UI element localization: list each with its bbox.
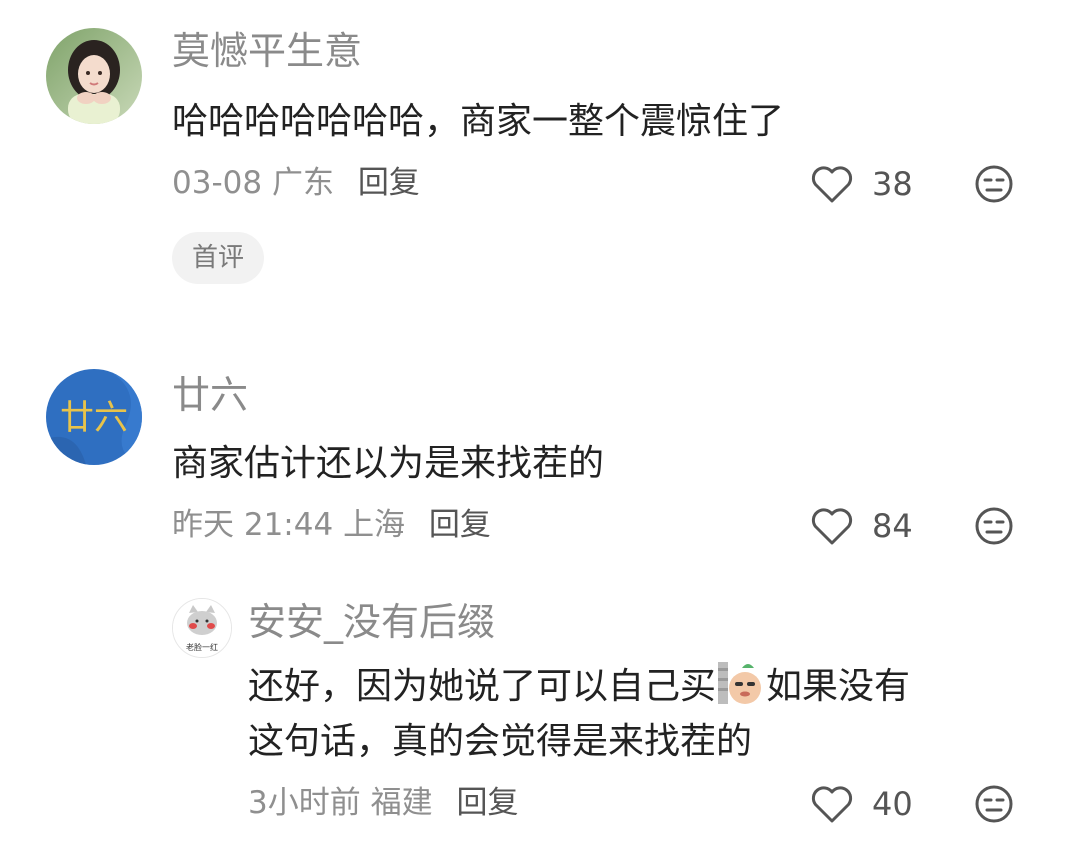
comment-time: 03-08: [172, 165, 263, 201]
like-count: 40: [872, 785, 913, 823]
girl-photo-avatar-icon: [46, 28, 142, 124]
reply-button[interactable]: 回复: [456, 785, 518, 821]
reply-text-part: 如果没有: [766, 666, 911, 707]
comment-time: 昨天 21:44: [172, 507, 334, 543]
dislike-button[interactable]: [974, 506, 1014, 550]
reply-text-part: 还好，因为她说了可以自己买: [248, 666, 717, 707]
like-button[interactable]: [810, 784, 854, 828]
comment-meta: 03-08 广东 回复: [172, 168, 420, 199]
comment-meta: 昨天 21:44 上海 回复: [172, 510, 491, 541]
reply-button[interactable]: 回复: [429, 507, 491, 543]
avatar-text: 廿六: [60, 398, 128, 438]
user-avatar[interactable]: 廿六: [46, 369, 142, 465]
first-comment-badge: 首评: [172, 232, 265, 284]
blue-circle-text-avatar-icon: 廿六: [46, 369, 142, 465]
avatar-caption: 老脸一红: [186, 642, 218, 652]
heart-icon: [811, 166, 853, 203]
meh-face-icon: [975, 785, 1013, 823]
comment-location: 广东: [271, 165, 334, 201]
meh-face-icon: [975, 507, 1013, 545]
comment-location: 上海: [343, 507, 406, 543]
reply-text: 还好，因为她说了可以自己买 如果没有: [248, 660, 910, 713]
user-avatar[interactable]: [46, 28, 142, 124]
username[interactable]: 廿六: [172, 376, 248, 414]
user-avatar[interactable]: 老脸一红: [172, 598, 232, 658]
comment-location: 福建: [370, 785, 433, 821]
username[interactable]: 安安_没有后缀: [248, 603, 495, 641]
like-count: 84: [872, 507, 913, 545]
dislike-button[interactable]: [974, 784, 1014, 828]
heart-icon: [811, 508, 853, 545]
like-count: 38: [872, 165, 913, 203]
like-button[interactable]: [810, 506, 854, 550]
meh-face-icon: [975, 165, 1013, 203]
reply-button[interactable]: 回复: [358, 165, 420, 201]
username[interactable]: 莫憾平生意: [172, 32, 362, 70]
comment-text: 商家估计还以为是来找茬的: [172, 443, 605, 484]
comment-meta: 3小时前 福建 回复: [248, 788, 518, 819]
dislike-button[interactable]: [974, 164, 1014, 208]
peeking-sticker-emoji-icon: [718, 660, 764, 706]
reply-text-line: 这句话，真的会觉得是来找茬的: [248, 721, 753, 762]
heart-icon: [811, 786, 853, 823]
comment-text: 哈哈哈哈哈哈哈，商家一整个震惊住了: [172, 101, 785, 142]
like-button[interactable]: [810, 164, 854, 208]
comment-time: 3小时前: [248, 785, 361, 821]
cartoon-cat-avatar-icon: 老脸一红: [173, 599, 231, 657]
